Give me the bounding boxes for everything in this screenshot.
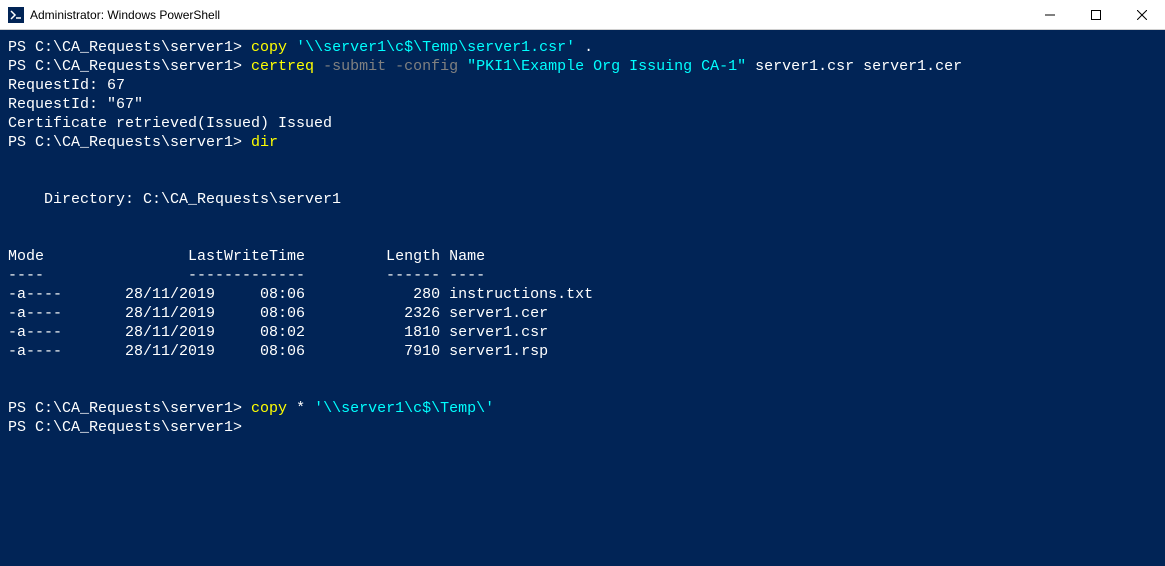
terminal-output[interactable]: PS C:\CA_Requests\server1> copy '\\serve… [0, 30, 1165, 445]
command-copy: copy [251, 39, 287, 56]
window-controls [1027, 0, 1165, 29]
table-row: -a---- 28/11/2019 08:06 2326 server1.cer [8, 305, 548, 322]
table-row: -a---- 28/11/2019 08:06 7910 server1.rsp [8, 343, 548, 360]
output-line: RequestId: 67 [8, 77, 125, 94]
table-row: -a---- 28/11/2019 08:02 1810 server1.csr [8, 324, 548, 341]
powershell-icon [8, 7, 24, 23]
maximize-button[interactable] [1073, 0, 1119, 29]
file-args: server1.csr server1.cer [746, 58, 962, 75]
prompt: PS C:\CA_Requests\server1> [8, 39, 251, 56]
window-titlebar: Administrator: Windows PowerShell [0, 0, 1165, 30]
command-certreq: certreq [251, 58, 314, 75]
path-arg: '\\server1\c$\Temp\server1.csr' [296, 39, 575, 56]
config-arg: "PKI1\Example Org Issuing CA-1" [467, 58, 746, 75]
directory-header: Directory: C:\CA_Requests\server1 [8, 191, 341, 208]
output-line: RequestId: "67" [8, 96, 143, 113]
window-title: Administrator: Windows PowerShell [30, 8, 1027, 22]
table-header: Mode LastWriteTime Length Name [8, 248, 485, 265]
prompt: PS C:\CA_Requests\server1> [8, 134, 251, 151]
minimize-button[interactable] [1027, 0, 1073, 29]
flags: -submit -config [314, 58, 467, 75]
prompt: PS C:\CA_Requests\server1> [8, 400, 251, 417]
command-dir: dir [251, 134, 278, 151]
dot-arg: . [575, 39, 593, 56]
close-button[interactable] [1119, 0, 1165, 29]
star-arg: * [287, 400, 314, 417]
path-arg: '\\server1\c$\Temp\' [314, 400, 494, 417]
command-copy: copy [251, 400, 287, 417]
prompt: PS C:\CA_Requests\server1> [8, 419, 242, 436]
table-row: -a---- 28/11/2019 08:06 280 instructions… [8, 286, 593, 303]
prompt: PS C:\CA_Requests\server1> [8, 58, 251, 75]
output-line: Certificate retrieved(Issued) Issued [8, 115, 332, 132]
table-header-divider: ---- ------------- ------ ---- [8, 267, 485, 284]
